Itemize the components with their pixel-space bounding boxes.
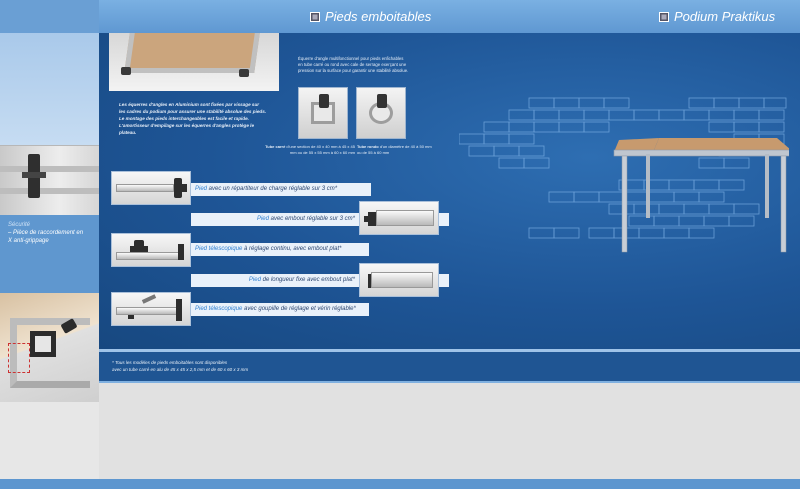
blank-area: [99, 381, 800, 479]
checkbox-icon: [310, 11, 320, 22]
corner-bracket-description: Les équerres d'angles en Aluminium sont …: [119, 101, 269, 136]
leg-label-text: de longueur fixe avec embout plat*: [260, 277, 355, 283]
description-line: plateau.: [119, 130, 137, 135]
bottom-bar-left: [0, 479, 99, 489]
anti-seize-connector-photo: [0, 145, 99, 215]
podium-frame-photo: [109, 33, 279, 91]
leg-label-text: avec embout réglable sur 3 cm*: [268, 216, 355, 222]
corner-bracket-photo: [0, 293, 99, 403]
section-title-podium: Podium Praktikus: [659, 9, 775, 24]
left-header-band: [0, 0, 99, 33]
square-tube-caption-bold: Tube carré: [265, 144, 286, 149]
section-title-podium-text: Podium Praktikus: [674, 9, 776, 24]
leg-label-adjustable-foot: Pied avec embout réglable sur 3 cm*: [191, 213, 359, 226]
round-tube-caption: Tube rondo d'un diamètre de 40 à 50 mm o…: [357, 144, 457, 156]
security-caption: Sécurité – Pièce de raccordement en X an…: [0, 215, 99, 293]
footnote-line2: avec un tube carré en alu de 45 x 45 x 2…: [112, 366, 249, 372]
label-tab: [439, 274, 449, 287]
left-bottom-area: [0, 402, 99, 489]
label-tab: [439, 213, 449, 226]
footnote-band: * Tous les modèles de pieds emboitables …: [99, 349, 800, 381]
section-title-pieds: Pieds emboitables: [310, 9, 431, 24]
header-bar: Pieds emboitables Podium Praktikus: [99, 0, 800, 33]
square-tube-bracket-photo: [298, 87, 348, 139]
round-tube-caption-line2: ou de 55 à 60 mm: [357, 150, 390, 155]
leg-label-prefix: Pied télescopique: [195, 246, 243, 252]
footnote-line1: * Tous les modèles de pieds emboitables …: [112, 360, 228, 365]
section-title-pieds-text: Pieds emboitables: [325, 9, 432, 24]
leg-adjustable-foot-photo: [359, 201, 439, 235]
square-tube-caption: Tube carré d'une section de 40 x 40 mm à…: [251, 144, 355, 156]
leg-label-text: à réglage continu, avec embout plat*: [242, 246, 342, 252]
leg-label-fixed-length: Pied de longueur fixe avec embout plat*: [191, 274, 359, 287]
leg-label-text: avec un répartiteur de charge réglable s…: [207, 186, 338, 192]
leg-label-prefix: Pied télescopique: [195, 306, 243, 312]
leg-label-telescopic-continuous: Pied télescopique à réglage continu, ave…: [191, 243, 369, 256]
security-caption-title: Sécurité: [8, 222, 31, 228]
leg-label-prefix: Pied: [248, 277, 261, 283]
round-tube-bracket-photo: [356, 87, 406, 139]
description-line: L'amortisseur d'empilage sur les équerre…: [119, 123, 255, 128]
leg-fixed-length-photo: [359, 263, 439, 297]
security-caption-line1: – Pièce de raccordement en: [8, 230, 84, 236]
square-tube-caption-line2: mm ou de 55 x 55 mm à 60 x 60 mm: [289, 150, 355, 155]
leg-telescopic-continuous-photo: [111, 233, 191, 267]
leg-telescopic-pin-photo: [111, 292, 191, 326]
description-line: pression sur la surface pour garantir un…: [298, 68, 409, 74]
security-caption-line2: X anti-grippage: [8, 238, 49, 244]
podium-illustration: [459, 97, 789, 253]
description-line: Le montage des pieds interchangeables es…: [119, 116, 249, 121]
round-tube-caption-bold: Tube rondo: [357, 144, 379, 149]
leg-label-telescopic-pin: Pied télescopique avec goupille de régla…: [191, 303, 369, 316]
leg-load-distributor-photo: [111, 171, 191, 205]
square-tube-caption-line1: d'une section de 40 x 40 mm à 45 x 45: [285, 144, 355, 149]
bottom-bar: [99, 479, 800, 489]
checkbox-icon: [659, 11, 669, 22]
leg-label-prefix: Pied: [195, 186, 208, 192]
podium-table: [613, 138, 789, 253]
leg-label-prefix: Pied: [256, 216, 269, 222]
round-tube-caption-line1: d'un diamètre de 40 à 50 mm: [378, 144, 432, 149]
leg-label-text: avec goupille de réglage et vérin réglab…: [242, 306, 356, 312]
left-sidebar: Sécurité – Pièce de raccordement en X an…: [0, 0, 99, 489]
catalog-page: Sécurité – Pièce de raccordement en X an…: [0, 0, 800, 489]
description-line: Les équerres d'angles en Aluminium sont …: [119, 102, 260, 107]
left-light-band: [0, 33, 99, 145]
main-panel: Pieds emboitables Podium Praktikus Les é…: [99, 0, 800, 349]
leg-label-load-distributor: Pied avec un répartiteur de charge régla…: [191, 183, 371, 196]
multifunction-bracket-description: Équerre d'angle multifonctionnel pour pi…: [298, 56, 448, 75]
description-line: les cadres du podium pour assurer une st…: [119, 109, 267, 114]
